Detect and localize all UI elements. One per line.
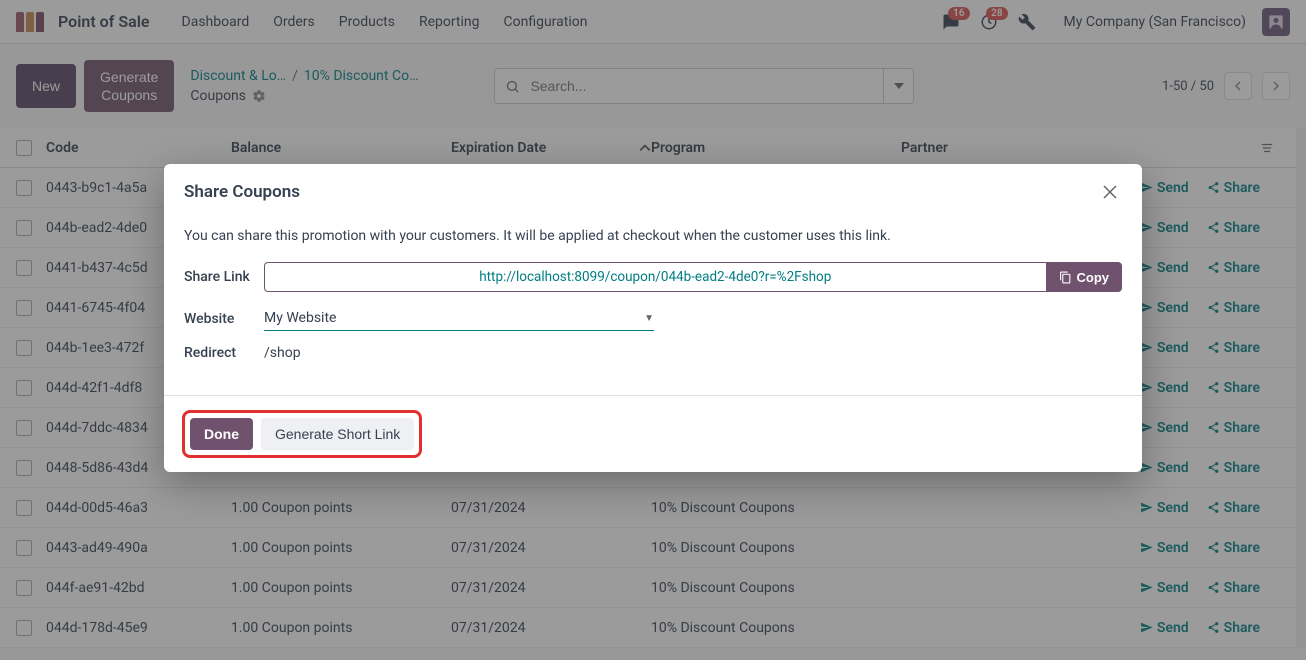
- share-link-label: Share Link: [184, 269, 264, 285]
- modal-title: Share Coupons: [184, 182, 300, 202]
- website-label: Website: [184, 311, 264, 327]
- website-select[interactable]: My Website ▼: [264, 306, 654, 331]
- tutorial-highlight: Done Generate Short Link: [182, 410, 422, 458]
- redirect-label: Redirect: [184, 345, 264, 361]
- done-button[interactable]: Done: [190, 418, 253, 450]
- redirect-value: /shop: [264, 345, 301, 361]
- copy-button[interactable]: Copy: [1046, 262, 1123, 292]
- modal-overlay[interactable]: Share Coupons You can share this promoti…: [0, 0, 1306, 660]
- share-coupons-modal: Share Coupons You can share this promoti…: [164, 164, 1142, 472]
- share-link-url[interactable]: http://localhost:8099/coupon/044b-ead2-4…: [264, 262, 1046, 292]
- chevron-down-icon: ▼: [644, 313, 654, 324]
- generate-short-link-button[interactable]: Generate Short Link: [261, 418, 414, 450]
- website-value: My Website: [264, 310, 336, 326]
- modal-description: You can share this promotion with your c…: [184, 228, 1122, 244]
- copy-icon: [1059, 271, 1072, 284]
- close-icon[interactable]: [1098, 180, 1122, 204]
